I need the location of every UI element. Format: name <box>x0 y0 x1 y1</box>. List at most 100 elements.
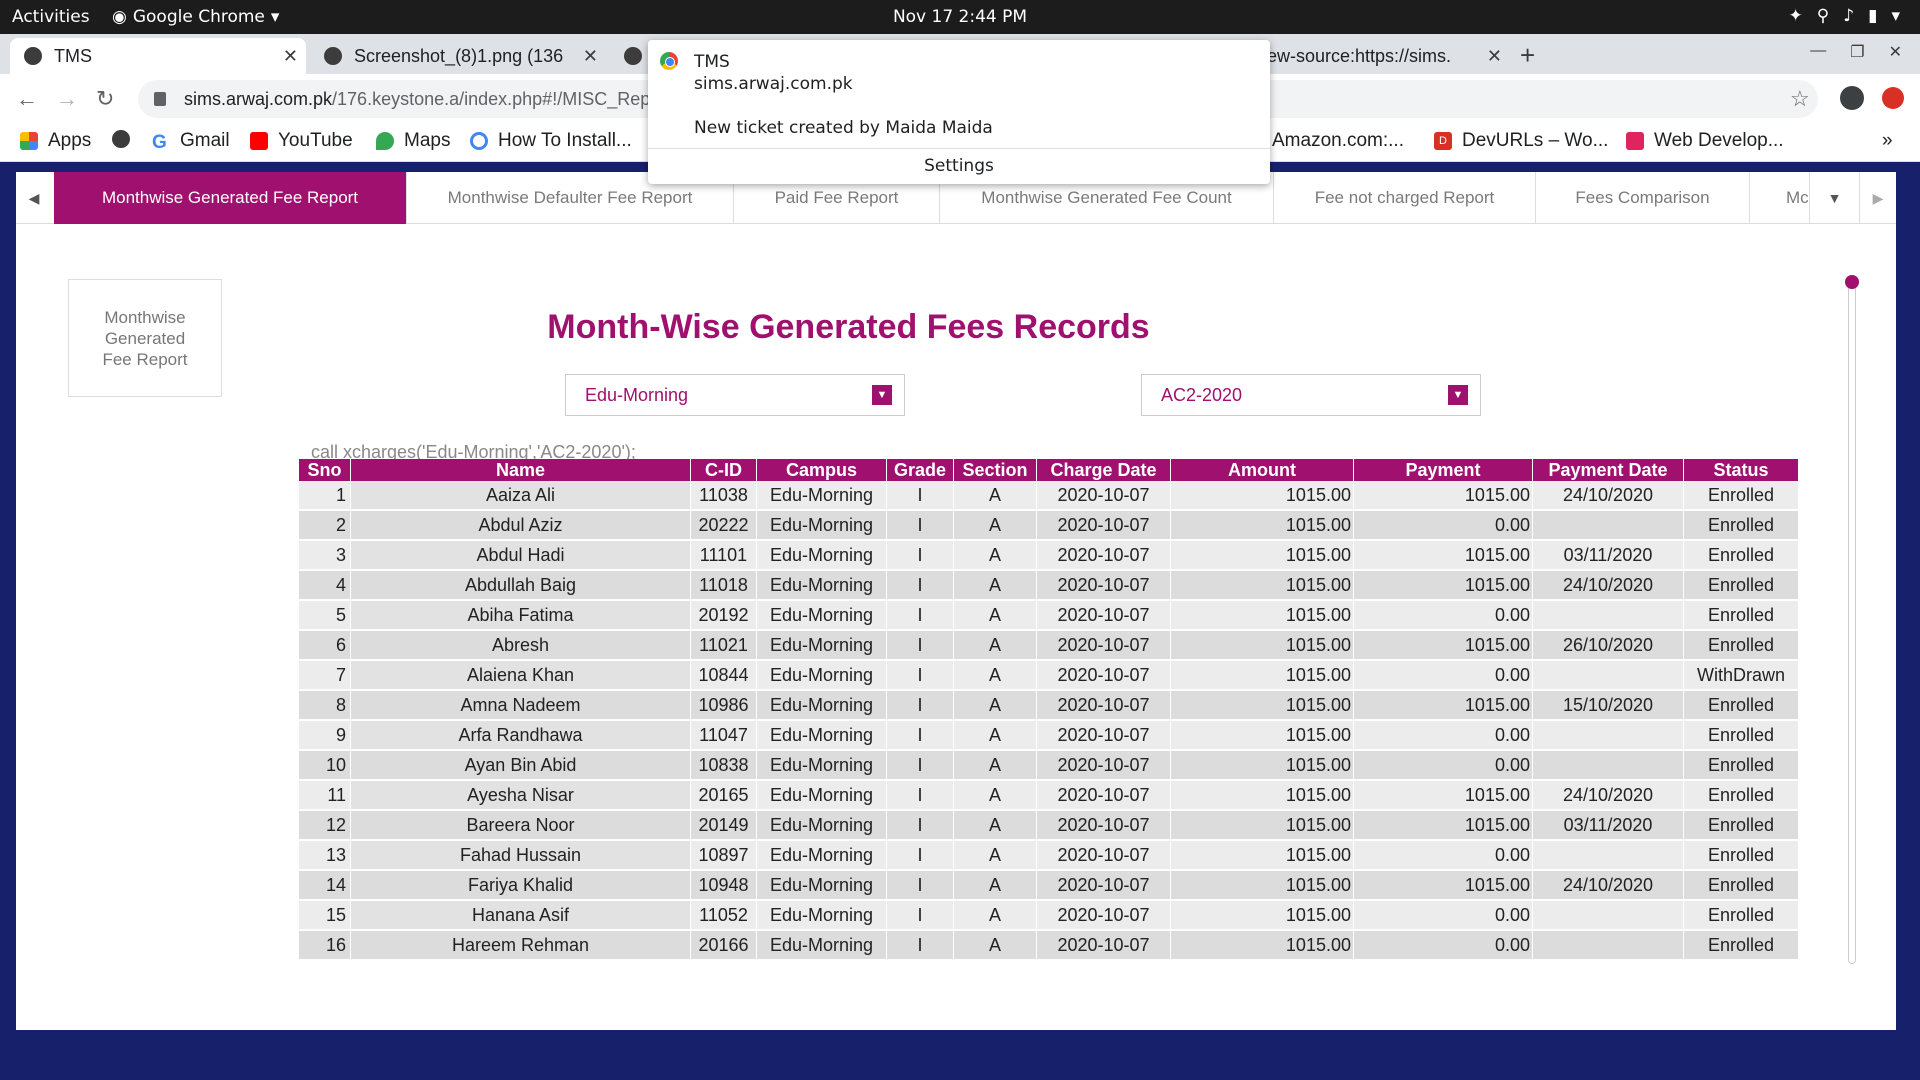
tab-more-truncated[interactable]: Mc <box>1750 172 1810 224</box>
cell-payment: 0.00 <box>1354 601 1533 631</box>
table-row[interactable]: 13 Fahad Hussain 10897 Edu-Morning I A 2020-10… <box>299 841 1799 871</box>
url-host: sims.arwaj.com.pk <box>184 88 333 109</box>
column-header[interactable]: Name <box>351 459 691 481</box>
column-header[interactable]: Status <box>1684 459 1799 481</box>
globe-icon <box>24 47 42 65</box>
table-row[interactable]: 4 Abdullah Baig 11018 Edu-Morning I A 2020-10-… <box>299 571 1799 601</box>
bookmark-globe[interactable] <box>112 130 130 148</box>
cell-campus: Edu-Morning <box>757 931 887 961</box>
accessibility-icon[interactable]: ✦ <box>1789 6 1803 26</box>
clock[interactable]: Nov 17 2:44 PM <box>0 7 1920 27</box>
cell-status: Enrolled <box>1684 811 1799 841</box>
column-header[interactable]: Campus <box>757 459 887 481</box>
cell-charge-date: 2020-10-07 <box>1037 511 1171 541</box>
table-row[interactable]: 1 Aaiza Ali 11038 Edu-Morning I A 2020-10-07 10… <box>299 481 1799 511</box>
table-row[interactable]: 15 Hanana Asif 11052 Edu-Morning I A 2020-10-0… <box>299 901 1799 931</box>
web-develop-icon <box>1626 132 1644 150</box>
cell-campus: Edu-Morning <box>757 811 887 841</box>
cell-payment-date <box>1533 841 1684 871</box>
cell-grade: I <box>887 901 954 931</box>
browser-tab-hidden[interactable] <box>610 38 650 74</box>
campus-select[interactable]: Edu-Morning ▼ <box>565 374 905 416</box>
browser-tab-screenshot[interactable]: Screenshot_(8)1.png (136 ✕ <box>310 38 606 74</box>
notification-message: New ticket created by Maida Maida <box>694 118 993 138</box>
tab-monthwise-generated-fee-report[interactable]: Monthwise Generated Fee Report <box>54 172 407 224</box>
cell-sno: 8 <box>299 691 351 721</box>
cell-cid: 11052 <box>691 901 757 931</box>
cell-payment-date: 26/10/2020 <box>1533 631 1684 661</box>
tabs-scroll-right-icon[interactable]: ▶ <box>1860 172 1896 224</box>
column-header[interactable]: Sno <box>299 459 351 481</box>
table-row[interactable]: 16 Hareem Rehman 20166 Edu-Morning I A 2020-10… <box>299 931 1799 961</box>
cell-amount: 1015.00 <box>1171 541 1354 571</box>
bookmark-maps[interactable]: Maps <box>376 130 450 152</box>
column-header[interactable]: C-ID <box>691 459 757 481</box>
update-icon[interactable] <box>1882 87 1904 109</box>
more-bookmarks-icon[interactable]: » <box>1882 130 1893 152</box>
column-header[interactable]: Section <box>954 459 1037 481</box>
cell-cid: 20192 <box>691 601 757 631</box>
cell-payment: 0.00 <box>1354 721 1533 751</box>
table-row[interactable]: 9 Arfa Randhawa 11047 Edu-Morning I A 2020-10-… <box>299 721 1799 751</box>
column-header[interactable]: Grade <box>887 459 954 481</box>
table-row[interactable]: 8 Amna Nadeem 10986 Edu-Morning I A 2020-10-07… <box>299 691 1799 721</box>
notification-settings-button[interactable]: Settings <box>648 156 1270 176</box>
close-icon[interactable]: ✕ <box>283 46 298 67</box>
cell-section: A <box>954 691 1037 721</box>
cell-payment: 1015.00 <box>1354 541 1533 571</box>
table-row[interactable]: 14 Fariya Khalid 10948 Edu-Morning I A 2020-10… <box>299 871 1799 901</box>
column-header[interactable]: Payment Date <box>1533 459 1684 481</box>
back-icon[interactable]: ← <box>16 86 38 112</box>
bookmark-star-icon[interactable]: ☆ <box>1790 86 1810 112</box>
table-row[interactable]: 3 Abdul Hadi 11101 Edu-Morning I A 2020-10-07 1… <box>299 541 1799 571</box>
page-background: ◀ Monthwise Generated Fee Report Monthwi… <box>0 162 1920 1080</box>
cell-grade: I <box>887 511 954 541</box>
bookmark-web-develop[interactable]: Web Develop... <box>1626 130 1784 152</box>
table-row[interactable]: 12 Bareera Noor 20149 Edu-Morning I A 2020-10-… <box>299 811 1799 841</box>
tab-fee-not-charged-report[interactable]: Fee not charged Report <box>1274 172 1536 224</box>
bookmark-amazon[interactable]: Amazon.com:... <box>1272 130 1404 152</box>
table-row[interactable]: 11 Ayesha Nisar 20165 Edu-Morning I A 2020-10-… <box>299 781 1799 811</box>
column-header[interactable]: Amount <box>1171 459 1354 481</box>
close-icon[interactable]: ✕ <box>1889 42 1902 62</box>
profile-avatar[interactable] <box>1840 86 1864 110</box>
table-row[interactable]: 10 Ayan Bin Abid 10838 Edu-Morning I A 2020-10… <box>299 751 1799 781</box>
forward-icon[interactable]: → <box>56 86 78 112</box>
tabs-dropdown-icon[interactable]: ▼ <box>1810 172 1860 224</box>
column-header[interactable]: Charge Date <box>1037 459 1171 481</box>
bookmark-youtube[interactable]: YouTube <box>250 130 353 152</box>
bookmark-devurls[interactable]: D DevURLs – Wo... <box>1434 130 1608 152</box>
scrollbar-thumb[interactable] <box>1845 275 1859 289</box>
column-header[interactable]: Payment <box>1354 459 1533 481</box>
table-row[interactable]: 7 Alaiena Khan 10844 Edu-Morning I A 2020-10-0… <box>299 661 1799 691</box>
maximize-icon[interactable]: ❐ <box>1850 42 1864 62</box>
reload-icon[interactable]: ↻ <box>96 86 114 112</box>
browser-tab-view-source[interactable]: ew-source:https://sims. ✕ <box>1255 38 1510 74</box>
cell-amount: 1015.00 <box>1171 511 1354 541</box>
cell-payment-date <box>1533 931 1684 961</box>
browser-tab-tms[interactable]: TMS ✕ <box>10 38 306 74</box>
close-icon[interactable]: ✕ <box>1487 46 1502 67</box>
table-row[interactable]: 2 Abdul Aziz 20222 Edu-Morning I A 2020-10-07 1… <box>299 511 1799 541</box>
cell-status: Enrolled <box>1684 871 1799 901</box>
close-icon[interactable]: ✕ <box>583 46 598 67</box>
session-select[interactable]: AC2-2020 ▼ <box>1141 374 1481 416</box>
vertical-scrollbar[interactable] <box>1845 275 1859 964</box>
system-tray[interactable]: ✦ ⚲ ♪ ▮ ▾ <box>1789 6 1900 26</box>
cell-payment-date: 24/10/2020 <box>1533 781 1684 811</box>
table-row[interactable]: 6 Abresh 11021 Edu-Morning I A 2020-10-07 1015.… <box>299 631 1799 661</box>
cell-charge-date: 2020-10-07 <box>1037 661 1171 691</box>
notification-popup[interactable]: TMS sims.arwaj.com.pk New ticket created… <box>648 40 1270 184</box>
tabs-scroll-left-icon[interactable]: ◀ <box>16 172 52 224</box>
cell-campus: Edu-Morning <box>757 841 887 871</box>
cell-amount: 1015.00 <box>1171 661 1354 691</box>
sidebar-report-link[interactable]: Monthwise Generated Fee Report <box>68 279 222 397</box>
table-row[interactable]: 5 Abiha Fatima 20192 Edu-Morning I A 2020-10-0… <box>299 601 1799 631</box>
bookmark-how-to-install[interactable]: How To Install... <box>470 130 632 152</box>
bookmark-apps[interactable]: Apps <box>20 130 91 152</box>
minimize-icon[interactable]: — <box>1810 42 1826 62</box>
tab-fees-comparison[interactable]: Fees Comparison <box>1536 172 1750 224</box>
bookmark-gmail[interactable]: G Gmail <box>152 130 230 153</box>
new-tab-button[interactable]: + <box>1520 40 1535 71</box>
cell-name: Hareem Rehman <box>351 931 691 961</box>
